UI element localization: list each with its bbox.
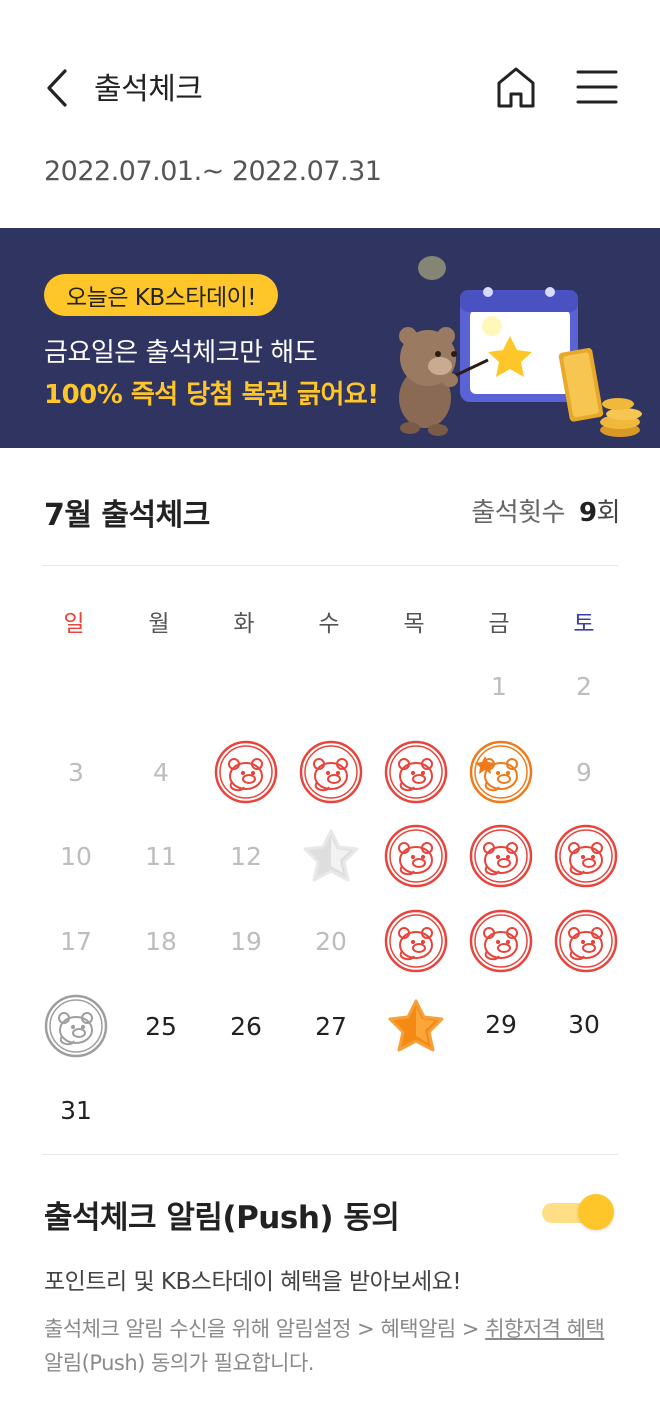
day-9[interactable]: 9	[542, 730, 626, 814]
banner-badge: 오늘은 KB스타데이!	[44, 274, 279, 316]
day-24-stamp-today[interactable]	[34, 984, 118, 1068]
push-note-text: 출석체크 알림 수신을 위해 알림설정 > 혜택알림 >	[44, 1317, 486, 1341]
bear-stamp-icon	[44, 994, 108, 1058]
bear-stamp-icon	[469, 824, 533, 888]
preference-benefit-link[interactable]: 취향저격 혜택	[485, 1317, 605, 1341]
bear-stamp-icon	[299, 740, 363, 804]
day-7-stamp[interactable]	[374, 730, 458, 814]
day-11[interactable]: 11	[119, 814, 203, 898]
day-26[interactable]: 26	[204, 984, 288, 1068]
weekday-sun: 일	[63, 611, 85, 637]
weekday-wed: 수	[318, 611, 340, 637]
chevron-left-icon	[47, 69, 67, 107]
banner-text-line2: 100% 즉석 당첨 복권 긁어요!	[44, 380, 379, 410]
day-1[interactable]: 1	[457, 644, 541, 728]
day-19[interactable]: 19	[204, 899, 288, 983]
bear-stamp-icon	[384, 909, 448, 973]
bear-stamp-icon	[554, 909, 618, 973]
bear-stamp-icon	[554, 824, 618, 888]
push-note-text-2: 알림(Push) 동의가 필요합니다.	[44, 1351, 314, 1375]
star-day-banner[interactable]: 오늘은 KB스타데이! 금요일은 출석체크만 해도 100% 즉석 당첨 복권 …	[0, 228, 660, 448]
day-18[interactable]: 18	[119, 899, 203, 983]
attendance-count: 출석횟수 9회	[471, 492, 620, 529]
hamburger-menu-icon	[576, 70, 618, 104]
weekday-mon: 월	[148, 611, 170, 637]
day-17[interactable]: 17	[34, 899, 118, 983]
push-note: 출석체크 알림 수신을 위해 알림설정 > 혜택알림 > 취향저격 혜택 알림(…	[44, 1312, 624, 1380]
home-icon	[497, 67, 535, 108]
divider	[42, 1154, 618, 1155]
day-31[interactable]: 31	[34, 1068, 118, 1152]
weekday-header: 일 월 화 수 목 금 토	[32, 604, 628, 640]
weekday-sat: 토	[573, 611, 595, 637]
event-period: 2022.07.01.~ 2022.07.31	[44, 156, 382, 187]
day-4[interactable]: 4	[119, 730, 203, 814]
day-8-stamp-starday[interactable]	[459, 730, 543, 814]
attendance-summary: 7월 출석체크 출석횟수 9회	[44, 490, 621, 533]
day-3[interactable]: 3	[34, 730, 118, 814]
day-29[interactable]: 29	[459, 982, 543, 1066]
bear-star-stamp-icon	[469, 740, 533, 804]
bear-calendar-illustration	[399, 256, 642, 437]
bear-stamp-icon	[469, 909, 533, 973]
banner-text-line1: 금요일은 출석체크만 해도	[44, 338, 318, 368]
push-consent-title: 출석체크 알림(Push) 동의	[44, 1200, 400, 1236]
bear-stamp-icon	[384, 740, 448, 804]
home-button[interactable]	[494, 64, 538, 110]
toggle-knob	[578, 1194, 614, 1230]
weekday-thu: 목	[403, 611, 425, 637]
attendance-count-unit: 회	[596, 498, 621, 528]
push-consent-toggle[interactable]	[540, 1192, 614, 1232]
day-30[interactable]: 30	[542, 982, 626, 1066]
star-icon	[387, 998, 445, 1054]
weekday-tue: 화	[233, 611, 255, 637]
day-13-star[interactable]	[289, 814, 373, 898]
back-button[interactable]	[40, 66, 74, 110]
page-title: 출석체크	[94, 72, 203, 107]
header: 출석체크 2022.07.01.~ 2022.07.31	[0, 0, 660, 187]
day-27[interactable]: 27	[289, 984, 373, 1068]
day-2[interactable]: 2	[542, 644, 626, 728]
month-title: 7월 출석체크	[44, 498, 210, 533]
attendance-count-value: 9	[578, 498, 597, 528]
day-12[interactable]: 12	[204, 814, 288, 898]
day-25[interactable]: 25	[119, 984, 203, 1068]
bear-stamp-icon	[384, 824, 448, 888]
menu-button[interactable]	[575, 66, 619, 108]
day-23-stamp[interactable]	[544, 899, 628, 983]
day-16-stamp[interactable]	[544, 814, 628, 898]
divider	[42, 565, 618, 566]
day-22-stamp[interactable]	[459, 899, 543, 983]
day-10[interactable]: 10	[34, 814, 118, 898]
bear-stamp-icon	[214, 740, 278, 804]
day-28-star[interactable]	[374, 984, 458, 1068]
day-21-stamp[interactable]	[374, 899, 458, 983]
day-15-stamp[interactable]	[459, 814, 543, 898]
day-20[interactable]: 20	[289, 899, 373, 983]
day-14-stamp[interactable]	[374, 814, 458, 898]
star-icon	[302, 828, 360, 884]
day-6-stamp[interactable]	[289, 730, 373, 814]
weekday-fri: 금	[488, 611, 510, 637]
day-5-stamp[interactable]	[204, 730, 288, 814]
attendance-count-label: 출석횟수	[471, 498, 565, 528]
push-description: 포인트리 및 KB스타데이 혜택을 받아보세요!	[44, 1269, 462, 1295]
